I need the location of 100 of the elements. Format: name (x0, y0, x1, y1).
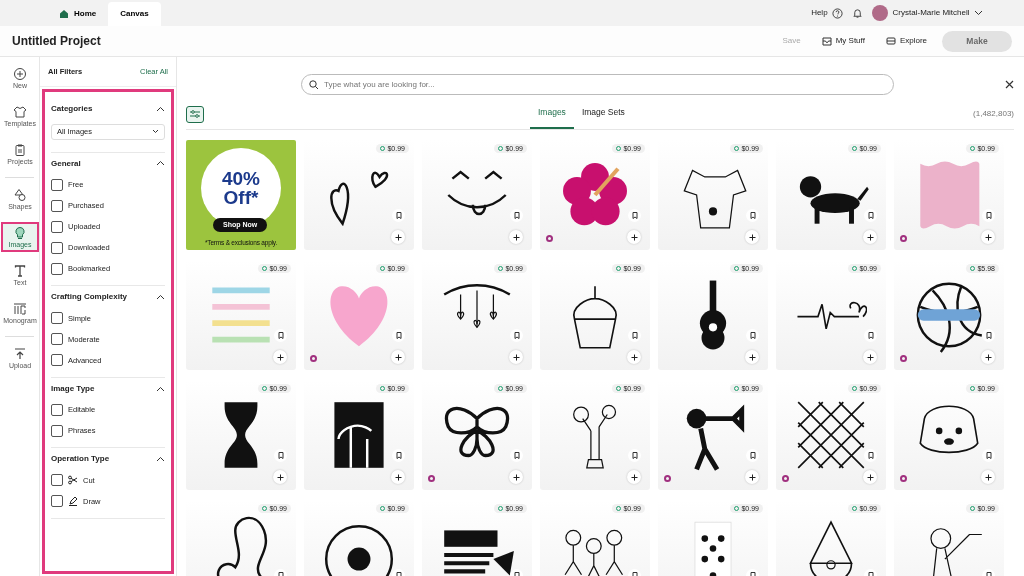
bookmark-icon (749, 571, 756, 576)
filter-section-title: General (51, 158, 81, 169)
chevron-up-icon[interactable] (156, 385, 165, 392)
add-button[interactable] (509, 469, 523, 484)
plus-icon (748, 473, 756, 481)
chevron-up-icon[interactable] (156, 294, 165, 300)
bookmark-button[interactable] (982, 448, 995, 462)
bookmark-icon (749, 211, 756, 219)
checkbox[interactable] (51, 312, 63, 325)
chevron-up-icon[interactable] (156, 456, 165, 463)
checkbox[interactable] (51, 199, 63, 212)
chevron-icon (156, 160, 165, 167)
bookmark-button[interactable] (746, 448, 759, 462)
add-button[interactable] (981, 229, 995, 244)
clipboard-icon (13, 143, 27, 157)
add-button[interactable] (627, 349, 641, 364)
checkbox[interactable] (51, 241, 63, 254)
help-label[interactable]: Help (811, 7, 828, 19)
project-title: Untitled Project (12, 33, 101, 50)
results-tab[interactable]: Image Sets (573, 100, 633, 129)
add-button[interactable] (863, 349, 877, 364)
add-button[interactable] (863, 229, 877, 244)
bookmark-button[interactable] (510, 448, 523, 462)
bookmark-button[interactable] (274, 328, 287, 342)
add-button[interactable] (509, 349, 523, 364)
bookmark-button[interactable] (864, 328, 877, 342)
close-icon[interactable] (1005, 80, 1014, 89)
results-tab[interactable]: Images (530, 100, 574, 129)
add-button[interactable] (745, 349, 759, 364)
plus-icon (394, 233, 402, 241)
add-button[interactable] (627, 469, 641, 484)
search-field[interactable]: Type what you are looking for... (301, 74, 894, 95)
add-button[interactable] (745, 229, 759, 244)
bookmark-button[interactable] (628, 328, 641, 342)
bookmark-button[interactable] (628, 448, 641, 462)
bookmark-button[interactable] (392, 328, 405, 342)
filter-section-title: Crafting Complexity (51, 292, 127, 302)
add-button[interactable] (981, 469, 995, 484)
circle-icon (616, 386, 622, 392)
plus-icon (748, 353, 756, 361)
add-button[interactable] (627, 229, 641, 244)
app-tab[interactable]: Canvas (108, 2, 161, 26)
bookmark-button[interactable] (510, 328, 523, 342)
avatar[interactable] (872, 5, 889, 21)
checkbox[interactable] (51, 262, 63, 275)
bookmark-button[interactable] (392, 448, 405, 462)
chevron-icon (156, 456, 165, 463)
checkbox[interactable] (51, 474, 63, 487)
add-button[interactable] (981, 349, 995, 364)
tray-icon (821, 36, 832, 46)
add-button[interactable] (509, 229, 523, 244)
checkbox[interactable] (51, 424, 63, 437)
circle-icon (262, 506, 268, 512)
bookmark-button[interactable] (982, 328, 995, 342)
checkbox[interactable] (51, 403, 63, 416)
add-button[interactable] (391, 349, 405, 364)
bookmark-button[interactable] (628, 208, 641, 222)
help-icon[interactable] (832, 7, 844, 19)
circle-icon (734, 386, 740, 392)
plus-icon (866, 233, 874, 241)
bookmark-button[interactable] (864, 448, 877, 462)
circle-icon (498, 506, 504, 512)
bell-icon[interactable] (852, 7, 864, 19)
bookmark-button[interactable] (510, 208, 523, 222)
plus-icon (984, 473, 992, 481)
checkbox[interactable] (51, 333, 63, 346)
chevron-up-icon[interactable] (156, 105, 165, 112)
checkbox[interactable] (51, 354, 63, 367)
checkbox[interactable] (51, 220, 63, 233)
user-name[interactable]: Crystal-Marie Mitchell (892, 7, 970, 19)
add-button[interactable] (273, 349, 287, 364)
checkbox[interactable] (51, 178, 63, 191)
lightbulb-icon (13, 226, 27, 240)
bookmark-button[interactable] (392, 208, 405, 222)
filter-toggle-button[interactable] (186, 105, 204, 123)
header-action[interactable]: My Stuff (815, 34, 871, 48)
chevron-up-icon[interactable] (156, 160, 165, 167)
bookmark-icon (749, 331, 756, 339)
bookmark-button[interactable] (746, 328, 759, 342)
monogram-icon (13, 302, 27, 316)
app-tab[interactable]: Home (47, 2, 109, 26)
add-button[interactable] (863, 469, 877, 484)
add-button[interactable] (745, 469, 759, 484)
bookmark-button[interactable] (274, 448, 287, 462)
plus-icon (512, 353, 520, 361)
checkbox[interactable] (51, 495, 63, 508)
bookmark-icon (395, 571, 402, 576)
bookmark-button[interactable] (982, 208, 995, 222)
card-icon (885, 37, 896, 45)
bookmark-button[interactable] (746, 208, 759, 222)
circle-icon (498, 266, 504, 272)
add-button[interactable] (391, 229, 405, 244)
bookmark-button[interactable] (864, 208, 877, 222)
add-button[interactable] (391, 469, 405, 484)
filter-section-title: Operation Type (51, 454, 110, 464)
text-tool-icon (13, 264, 27, 278)
add-button[interactable] (273, 469, 287, 484)
header-action[interactable]: Explore (879, 34, 933, 48)
chevron-down-icon[interactable] (974, 10, 983, 16)
result-count: (1,482,803) (973, 108, 1014, 121)
